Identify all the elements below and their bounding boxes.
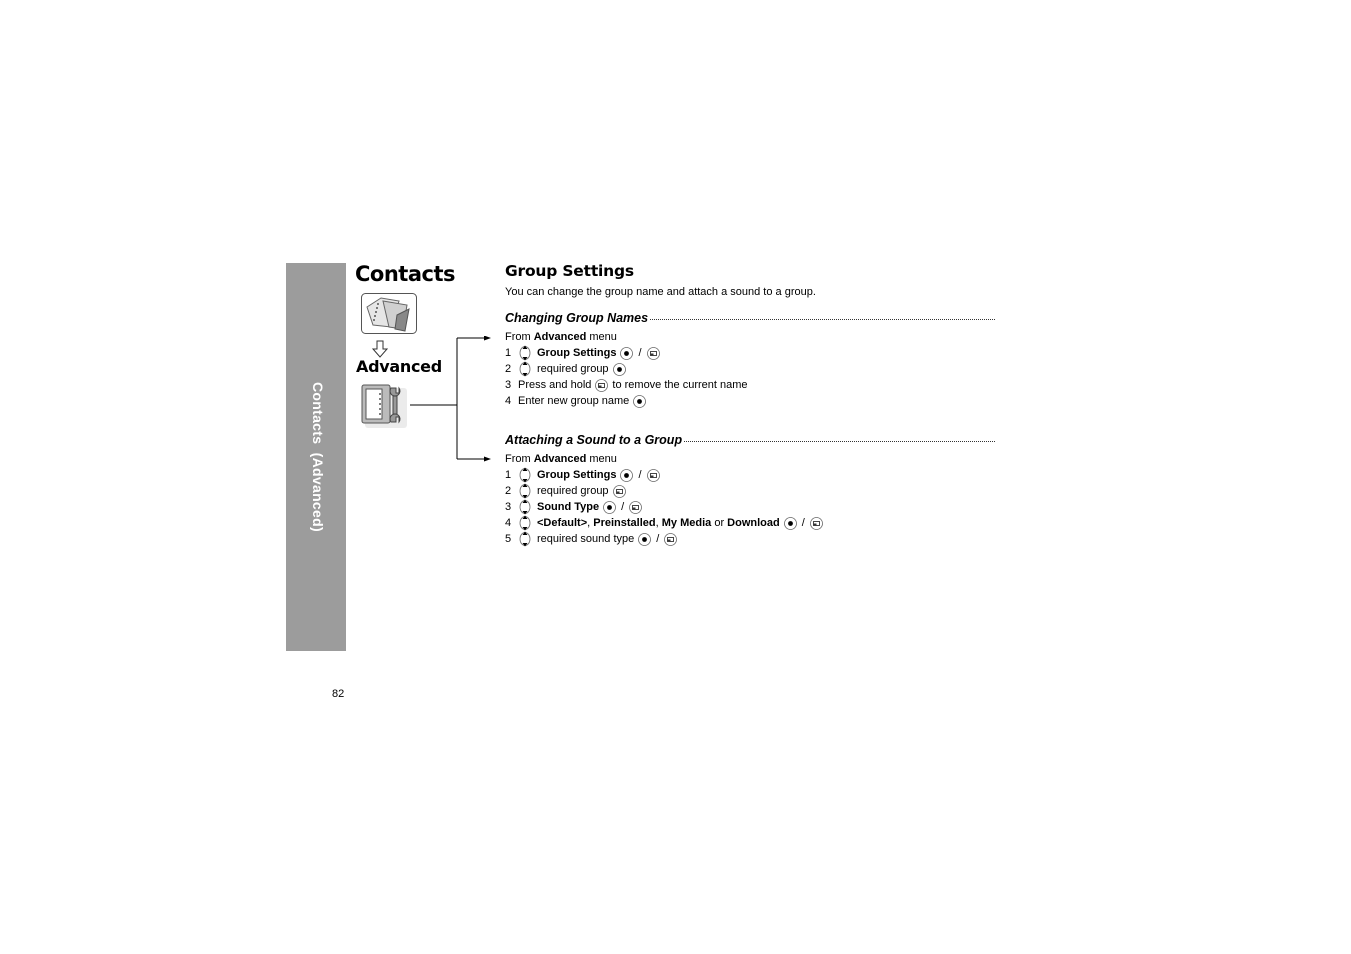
changing-names-steps: From Advanced menu 1 Group Settings / 2 requ… — [505, 329, 748, 409]
soft-key-icon — [612, 484, 626, 498]
soft-key-icon — [646, 468, 660, 482]
step-number: 3 — [505, 501, 512, 513]
section-intro: You can change the group name and attach… — [505, 286, 816, 298]
step-line: 4 <Default>, Preinstalled, My Media or Do… — [505, 515, 827, 531]
dotted-leader — [684, 441, 995, 442]
from-menu-line: From Advanced menu — [505, 329, 748, 345]
menu-option: Download — [727, 517, 780, 529]
menu-option: Sound Type — [537, 501, 600, 513]
step-line: 2 required group — [505, 361, 748, 377]
from-prefix: From — [505, 453, 531, 465]
step-text: or — [711, 517, 728, 529]
dotted-leader — [650, 319, 995, 320]
step-number: 3 — [505, 379, 512, 391]
heading-text: Changing Group Names — [505, 311, 649, 325]
nav-key-icon — [519, 531, 531, 547]
separator: / — [801, 517, 805, 529]
from-menu-name: Advanced — [533, 453, 587, 465]
menu-option: <Default> — [537, 517, 588, 529]
ok-key-icon — [612, 362, 626, 376]
soft-key-icon — [595, 378, 609, 392]
ok-key-icon — [620, 468, 634, 482]
soft-key-icon — [809, 516, 823, 530]
menu-option: Group Settings — [537, 347, 617, 359]
ok-key-icon — [783, 516, 797, 530]
step-line: 3 Sound Type / — [505, 499, 827, 515]
from-suffix: menu — [589, 453, 617, 465]
step-line: 1 Group Settings / — [505, 345, 748, 361]
heading-text: Attaching a Sound to a Group — [505, 433, 683, 447]
from-suffix: menu — [589, 331, 617, 343]
menu-option: Preinstalled — [593, 517, 656, 529]
step-text: Press and hold — [518, 379, 592, 391]
sidebar-label: Contacts (Advanced) — [310, 382, 326, 532]
nav-key-icon — [519, 499, 531, 515]
contacts-folder-icon — [361, 293, 417, 334]
step-number: 4 — [505, 517, 512, 529]
page-number: 82 — [332, 688, 345, 700]
step-number: 2 — [505, 363, 512, 375]
step-text: Enter new group name — [518, 395, 630, 407]
ok-key-icon — [620, 346, 634, 360]
step-line: 2 required group — [505, 483, 827, 499]
step-number: 4 — [505, 395, 512, 407]
step-text: to remove the current name — [612, 379, 748, 391]
nav-key-icon — [519, 345, 531, 361]
chapter-title: Contacts — [355, 262, 456, 286]
from-menu-line: From Advanced menu — [505, 451, 827, 467]
from-prefix: From — [505, 331, 531, 343]
step-line: 3 Press and hold to remove the current nam… — [505, 377, 748, 393]
step-number: 1 — [505, 347, 512, 359]
separator: / — [638, 469, 642, 481]
soft-key-icon — [629, 500, 643, 514]
down-arrow-icon — [372, 340, 388, 358]
menu-connector-lines — [410, 336, 491, 462]
step-line: 1 Group Settings / — [505, 467, 827, 483]
nav-key-icon — [519, 361, 531, 377]
step-line: 4 Enter new group name — [505, 393, 748, 409]
ok-key-icon — [633, 394, 647, 408]
step-text: required group — [537, 363, 609, 375]
advanced-settings-icon — [361, 384, 407, 428]
separator: / — [638, 347, 642, 359]
step-number: 2 — [505, 485, 512, 497]
nav-key-icon — [519, 467, 531, 483]
step-text: required group — [537, 485, 609, 497]
ok-key-icon — [603, 500, 617, 514]
step-number: 5 — [505, 533, 512, 545]
menu-option: Group Settings — [537, 469, 617, 481]
nav-key-icon — [519, 483, 531, 499]
step-line: 5 required sound type / — [505, 531, 827, 547]
section-title: Group Settings — [505, 262, 634, 280]
ok-key-icon — [638, 532, 652, 546]
step-number: 1 — [505, 469, 512, 481]
separator: / — [621, 501, 625, 513]
attaching-sound-steps: From Advanced menu 1 Group Settings / 2 requ… — [505, 451, 827, 547]
menu-option: My Media — [661, 517, 712, 529]
separator: / — [656, 533, 660, 545]
subsection-heading-changing-names: Changing Group Names — [505, 311, 995, 325]
soft-key-icon — [664, 532, 678, 546]
step-text: required sound type — [537, 533, 635, 545]
nav-key-icon — [519, 515, 531, 531]
subsection-heading-attaching-sound: Attaching a Sound to a Group — [505, 433, 995, 447]
from-menu-name: Advanced — [533, 331, 587, 343]
soft-key-icon — [646, 346, 660, 360]
